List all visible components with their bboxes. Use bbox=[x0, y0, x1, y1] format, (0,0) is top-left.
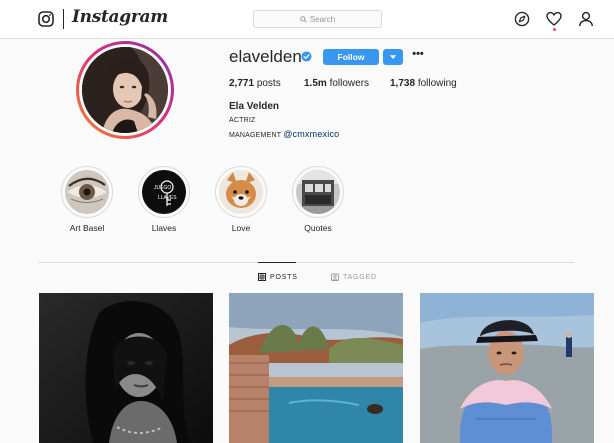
search-input[interactable]: Search bbox=[253, 10, 382, 28]
notification-dot bbox=[553, 28, 556, 31]
followers-count[interactable]: 1.5m followers bbox=[304, 78, 369, 89]
activity-heart-icon[interactable] bbox=[546, 11, 562, 27]
post-thumbnail[interactable] bbox=[39, 293, 213, 443]
search-icon bbox=[300, 15, 307, 23]
profile-bio-line: MANAGEMENT @cmxmexico bbox=[229, 129, 339, 139]
more-options-icon[interactable]: ••• bbox=[411, 49, 425, 63]
tagged-icon bbox=[331, 273, 339, 281]
instagram-glyph-icon[interactable] bbox=[38, 11, 54, 27]
highlight-llaves[interactable]: JUEGO LLAVES Llaves bbox=[134, 166, 194, 233]
highlight-label: Llaves bbox=[151, 223, 177, 233]
bio-management-label: MANAGEMENT bbox=[229, 132, 282, 139]
top-nav-bar: Instagram Search bbox=[0, 0, 614, 39]
post-thumbnail[interactable] bbox=[229, 293, 403, 443]
highlight-cover bbox=[219, 170, 263, 214]
following-count[interactable]: 1,738 following bbox=[390, 78, 457, 89]
tab-tagged[interactable]: TAGGED bbox=[331, 273, 377, 281]
bio-mention-link[interactable]: @cmxmexico bbox=[283, 129, 339, 139]
verified-badge-icon bbox=[301, 51, 312, 62]
profile-username: elavelden bbox=[229, 47, 302, 66]
tab-label: TAGGED bbox=[343, 273, 377, 281]
highlight-art-basel[interactable]: Art Basel bbox=[57, 166, 117, 233]
explore-compass-icon[interactable] bbox=[514, 11, 530, 27]
avatar bbox=[82, 47, 168, 133]
highlight-cover bbox=[65, 170, 109, 214]
search-placeholder: Search bbox=[309, 14, 336, 24]
post-thumbnail[interactable] bbox=[420, 293, 594, 443]
highlight-label: Art Basel bbox=[69, 223, 105, 233]
highlight-cover: JUEGO LLAVES bbox=[142, 170, 186, 214]
tab-label: POSTS bbox=[270, 273, 298, 281]
caret-down-icon bbox=[390, 54, 396, 59]
profile-avatar-story-ring[interactable] bbox=[76, 41, 174, 139]
highlight-label: Quotes bbox=[304, 223, 332, 233]
suggested-accounts-dropdown-button[interactable] bbox=[383, 49, 403, 65]
tabs-divider bbox=[38, 262, 574, 263]
follow-button[interactable]: Follow bbox=[323, 49, 379, 65]
grid-icon bbox=[258, 273, 266, 281]
svg-text:LLAVES: LLAVES bbox=[158, 195, 177, 201]
instagram-wordmark[interactable]: Instagram bbox=[72, 7, 168, 27]
svg-text:JUEGO: JUEGO bbox=[154, 185, 171, 191]
posts-count: 2,771 posts bbox=[229, 78, 281, 89]
highlight-label: Love bbox=[231, 223, 251, 233]
tab-posts[interactable]: POSTS bbox=[258, 273, 298, 281]
profile-full-name: Ela Velden bbox=[229, 101, 280, 112]
highlight-quotes[interactable]: Quotes bbox=[288, 166, 348, 233]
active-tab-indicator bbox=[258, 262, 296, 263]
highlight-cover bbox=[296, 170, 340, 214]
profile-icon[interactable] bbox=[578, 11, 594, 27]
profile-bio-line: ACTRIZ bbox=[229, 117, 256, 124]
highlight-love[interactable]: Love bbox=[211, 166, 271, 233]
logo-divider bbox=[63, 9, 64, 29]
